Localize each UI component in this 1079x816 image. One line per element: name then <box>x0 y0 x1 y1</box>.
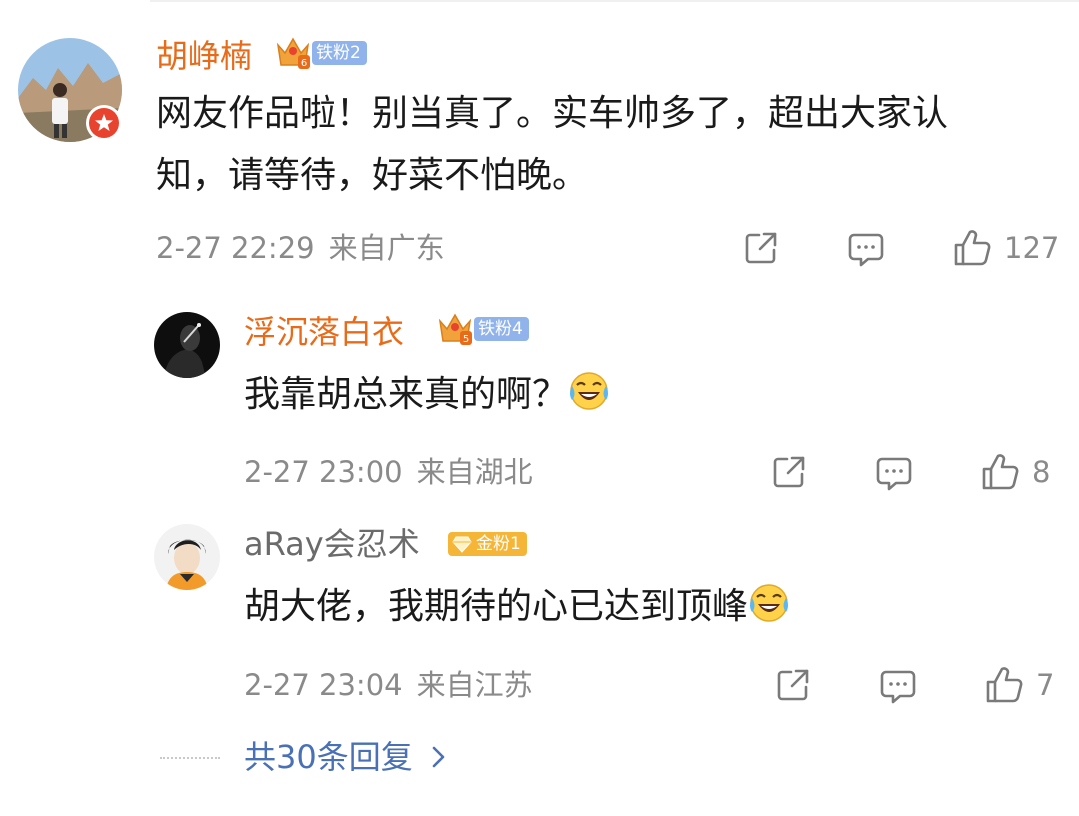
reply-text: 胡大佬，我期待的心已达到顶峰 <box>244 579 790 641</box>
reply-button[interactable] <box>846 230 886 268</box>
more-replies-link[interactable]: 共30条回复 <box>244 737 447 779</box>
thumbs-up-icon <box>954 230 991 266</box>
like-count: 8 <box>1032 455 1051 489</box>
share-button[interactable] <box>742 229 780 267</box>
laugh-cry-emoji-icon <box>748 582 790 641</box>
like-count: 7 <box>1036 668 1055 702</box>
crown-icon: 6 <box>276 37 310 69</box>
comment-icon <box>880 670 916 704</box>
fan-badge-label: 金粉1 <box>448 532 527 556</box>
avatar[interactable] <box>154 312 220 378</box>
crown-icon: 5 <box>438 313 472 345</box>
avatar[interactable] <box>154 524 220 590</box>
like-button[interactable]: 7 <box>984 665 1054 705</box>
reply-date: 2-27 23:04 <box>244 668 403 702</box>
chevron-right-icon <box>431 739 447 779</box>
comment-icon <box>876 457 912 491</box>
fan-badge-label: 铁粉4 <box>474 317 529 341</box>
reply-text: 我靠胡总来真的啊？ <box>244 367 610 429</box>
share-icon <box>773 456 805 488</box>
share-button[interactable] <box>770 453 808 491</box>
fan-badge-text: 金粉1 <box>476 534 521 554</box>
fan-badge[interactable]: 6 铁粉2 <box>274 37 367 69</box>
fan-badge-label: 铁粉2 <box>312 41 367 65</box>
comment-location: 来自广东 <box>328 231 445 265</box>
comment-date: 2-27 22:29 <box>156 231 315 265</box>
fan-level-number: 5 <box>463 334 469 345</box>
reply-button[interactable] <box>878 667 918 705</box>
comment-text-line-2: 知，请等待，好菜不怕晚。 <box>156 155 589 196</box>
like-button[interactable]: 8 <box>980 452 1050 492</box>
reply-date: 2-27 23:00 <box>244 455 403 489</box>
reply-meta: 2-27 23:00 来自湖北 <box>244 455 533 489</box>
reply-location: 来自江苏 <box>416 668 533 702</box>
reply-button[interactable] <box>874 454 914 492</box>
like-count: 127 <box>1004 231 1060 265</box>
more-replies-label: 共30条回复 <box>244 738 413 776</box>
reply-location: 来自湖北 <box>416 455 533 489</box>
share-icon <box>777 669 809 701</box>
like-button[interactable]: 127 <box>952 228 1059 268</box>
comment-meta: 2-27 22:29 来自广东 <box>156 231 445 265</box>
reply-author-name[interactable]: 浮沉落白衣 <box>244 314 404 350</box>
reply-text-content: 我靠胡总来真的啊？ <box>244 374 569 415</box>
thumbs-up-icon <box>986 667 1023 703</box>
diamond-icon <box>452 536 472 553</box>
share-button[interactable] <box>774 666 812 704</box>
laugh-cry-emoji-icon <box>568 370 610 429</box>
fan-badge[interactable]: 5 铁粉4 <box>436 313 529 345</box>
top-divider <box>150 0 1079 2</box>
fan-badge[interactable]: 金粉1 <box>448 531 527 557</box>
comment-author-name[interactable]: 胡峥楠 <box>156 38 252 74</box>
verified-badge-icon <box>86 105 122 141</box>
comment-icon <box>848 233 884 267</box>
thumbs-up-icon <box>982 454 1019 490</box>
fan-level-number: 6 <box>301 58 307 69</box>
more-replies-divider <box>160 757 220 759</box>
comment-text-line-1: 网友作品啦！别当真了。实车帅多了，超出大家认 <box>156 93 949 134</box>
reply-author-name[interactable]: aRay会忍术 <box>244 526 420 562</box>
reply-meta: 2-27 23:04 来自江苏 <box>244 668 533 702</box>
reply-text-content: 胡大佬，我期待的心已达到顶峰 <box>244 586 749 627</box>
share-icon <box>745 232 777 264</box>
